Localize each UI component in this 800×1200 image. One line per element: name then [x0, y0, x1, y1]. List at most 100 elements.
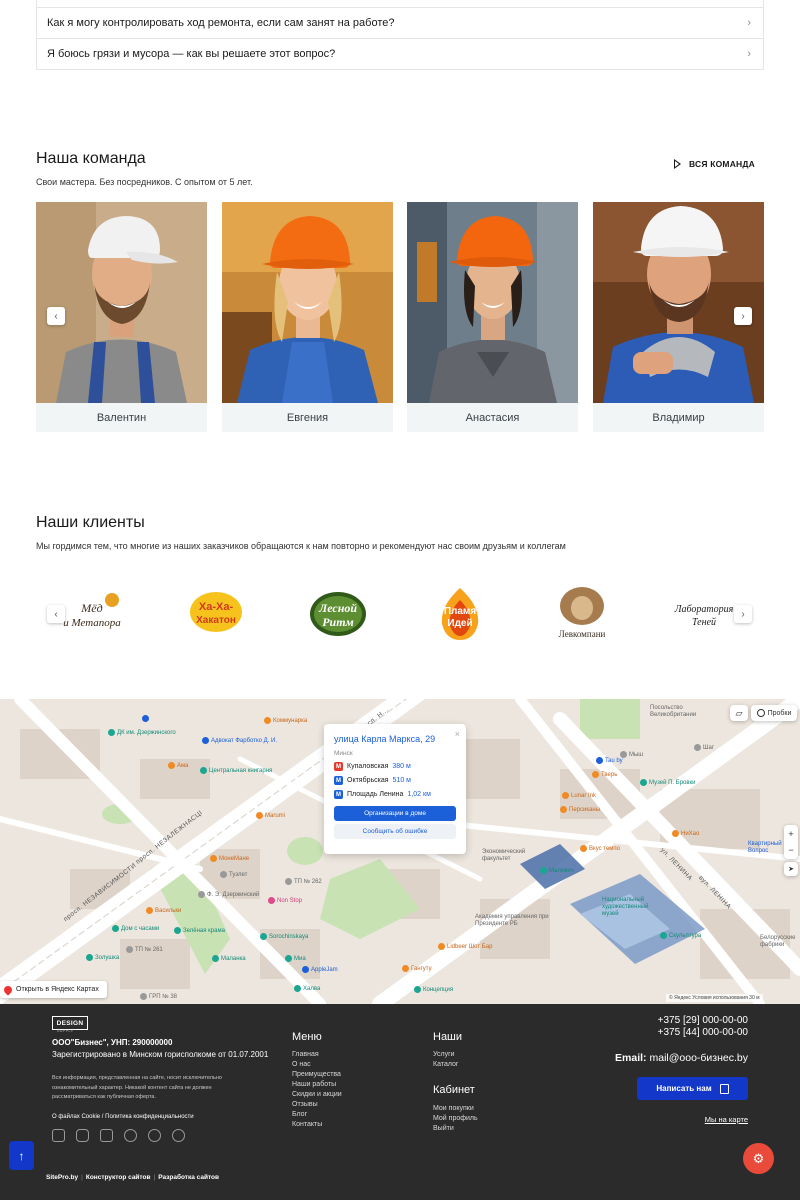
viber-icon[interactable] [172, 1129, 185, 1142]
footer-link[interactable]: Главная [292, 1051, 319, 1058]
footer-logo[interactable]: DESIGN [52, 1016, 88, 1030]
map-poi[interactable]: Тузлет [220, 871, 247, 878]
traffic-button[interactable]: Пробки [751, 705, 797, 721]
carousel-prev-button[interactable]: ‹ [47, 307, 65, 325]
map-poi[interactable]: НиХао [672, 830, 699, 837]
geolocation-button[interactable]: ➤ [784, 862, 798, 876]
footer-link[interactable]: Выйти [433, 1125, 454, 1132]
footer-link[interactable]: Отзывы [292, 1101, 318, 1108]
map-address[interactable]: улица Карла Маркса, 29 [334, 734, 456, 744]
all-team-link[interactable]: ВСЯ КОМАНДА [674, 159, 755, 169]
team-card[interactable]: Анастасия [407, 202, 578, 432]
footer-link[interactable]: Преимущества [292, 1071, 341, 1078]
map-poi[interactable]: Экономический факультет [482, 849, 542, 863]
footer-link[interactable]: Мой профиль [433, 1115, 478, 1122]
on-map-link[interactable]: Мы на карте [705, 1115, 748, 1124]
map-poi[interactable]: Центральная книгарня [200, 767, 272, 774]
map-poi[interactable]: Вкус темпо [580, 845, 620, 852]
footer-link[interactable]: Блог [292, 1111, 307, 1118]
map-poi[interactable]: Белорусские фабрики [760, 935, 800, 949]
map-poi[interactable]: Скульптура [660, 932, 701, 939]
map-poi[interactable]: Музей П. Бровки [640, 779, 696, 786]
footer-link[interactable]: О нас [292, 1061, 311, 1068]
chevron-right-icon: › [741, 608, 745, 620]
footer-link[interactable]: Услуги [433, 1051, 455, 1058]
map-poi[interactable]: Шаг [694, 744, 714, 751]
ruler-icon: ▱ [735, 707, 743, 718]
email-link[interactable]: mail@ооо-бизнес.by [649, 1052, 748, 1064]
map-poi[interactable]: Национальный художественный музей [602, 897, 664, 918]
map-attribution[interactable]: © Яндекс Условия использования 30 м [666, 994, 763, 1002]
map-poi[interactable]: Маланка [212, 955, 246, 962]
zoom-in-button[interactable]: + [788, 829, 793, 839]
telegram-icon[interactable] [124, 1129, 137, 1142]
policy-link[interactable]: О файлах Cookie / Политика конфиденциаль… [52, 1114, 194, 1120]
footer-link[interactable]: Каталог [433, 1061, 458, 1068]
map-poi[interactable]: Marumi [256, 812, 285, 819]
team-name: Владимир [652, 411, 705, 424]
footer-link[interactable]: Мои покупки [433, 1105, 474, 1112]
map-poi[interactable]: ДК им. Дзержинского [108, 729, 176, 736]
map-poi[interactable]: Коммунарка [264, 717, 307, 724]
map-poi[interactable]: Адвокат Фарботко Д. И. [202, 737, 277, 744]
facebook-icon[interactable] [100, 1129, 113, 1142]
map-poi[interactable]: Ф. Э. Дзержинский [198, 891, 259, 898]
zoom-out-button[interactable]: − [788, 845, 793, 855]
clients-prev-button[interactable]: ‹ [47, 605, 65, 623]
map-poi[interactable]: Золушка [86, 954, 119, 961]
footer-link[interactable]: Контакты [292, 1121, 322, 1128]
map-poi[interactable]: Халва [294, 985, 320, 992]
vk-icon[interactable] [52, 1129, 65, 1142]
map-poi[interactable]: Lidbeer Шот Бар [438, 943, 492, 950]
orgs-in-building-button[interactable]: Организации в доме [334, 806, 456, 821]
clients-next-button[interactable]: › [734, 605, 752, 623]
map-city: Минск [334, 750, 353, 757]
map-poi[interactable]: Академия управления при Президенте РБ [475, 914, 555, 928]
development-link[interactable]: Разработка сайтов [158, 1174, 219, 1181]
footer-link[interactable]: Наши работы [292, 1081, 336, 1088]
report-error-button[interactable]: Сообщить об ошибке [334, 824, 456, 839]
whatsapp-icon[interactable] [148, 1129, 161, 1142]
map-poi[interactable]: Дом с часами [112, 925, 159, 932]
map-poi[interactable]: Васильки [146, 907, 181, 914]
map-poi[interactable]: Малевич [540, 867, 574, 874]
map-poi[interactable]: Non Stop [268, 897, 302, 904]
map-poi[interactable]: Посольство Великобритании [650, 705, 720, 719]
phone-link[interactable]: +375 [44] 000-00-00 [658, 1027, 748, 1038]
map-poi[interactable]: Гангуту [402, 965, 432, 972]
map-poi[interactable]: ТП № 262 [285, 878, 322, 885]
instagram-icon[interactable] [76, 1129, 89, 1142]
write-us-button[interactable]: Написать нам [637, 1077, 748, 1100]
map-poi[interactable]: ТП № 261 [126, 946, 163, 953]
close-icon[interactable]: × [455, 729, 460, 739]
constructor-link[interactable]: Конструктор сайтов [86, 1174, 151, 1181]
footer-bottom: SitePro.by | Конструктор сайтов | Разработка… [46, 1174, 220, 1181]
poi-icon [112, 925, 119, 932]
map-poi[interactable]: Персиканы [560, 806, 600, 813]
map-poi[interactable]: Lunar Ink [562, 792, 596, 799]
map-poi[interactable]: Тверь [592, 771, 617, 778]
sitepro-link[interactable]: SitePro.by [46, 1174, 78, 1181]
map-poi[interactable]: Sorochinskaya [260, 933, 308, 940]
map-poi[interactable]: AppleJam [302, 966, 338, 973]
map-poi[interactable]: Миа [285, 955, 306, 962]
map-poi[interactable] [142, 715, 149, 722]
scroll-to-top-button[interactable]: ↑ [9, 1141, 34, 1170]
map-poi[interactable]: Tau by [596, 757, 623, 764]
map-poi[interactable]: МонеМане [210, 855, 249, 862]
map-poi[interactable]: Зелёная крама [174, 927, 225, 934]
phone-link[interactable]: +375 [29] 000-00-00 [658, 1015, 748, 1026]
map-poi[interactable]: Мыш [620, 751, 643, 758]
settings-button[interactable]: ⚙ [743, 1143, 774, 1174]
client-logo: Лесной Ритм [288, 582, 388, 646]
team-card[interactable]: Евгения [222, 202, 393, 432]
map-poi[interactable]: Ама [168, 762, 188, 769]
carousel-next-button[interactable]: › [734, 307, 752, 325]
faq-item[interactable]: Я боюсь грязи и мусора — как вы решаете … [37, 38, 763, 69]
faq-item[interactable]: Как я могу контролировать ход ремонта, е… [37, 7, 763, 38]
footer-link[interactable]: Скидки и акции [292, 1091, 342, 1098]
ruler-button[interactable]: ▱ [730, 705, 748, 721]
open-in-yandex-maps-button[interactable]: Открыть в Яндекс Картах [0, 981, 107, 998]
map-poi[interactable]: Концепция [414, 986, 453, 993]
map-poi[interactable]: ГРП № 38 [140, 993, 177, 1000]
